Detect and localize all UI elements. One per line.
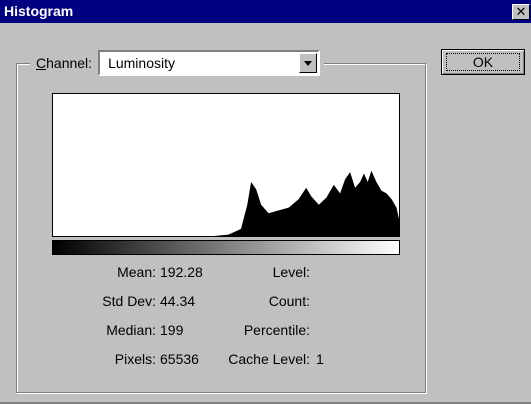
channel-select-value: Luminosity (108, 55, 175, 71)
mean-value: 192.28 (160, 264, 203, 280)
chevron-down-icon[interactable] (299, 53, 318, 73)
median-label: Median: (106, 322, 156, 338)
window-title: Histogram (4, 3, 74, 19)
channel-select[interactable]: Luminosity (98, 50, 321, 76)
pixels-label: Pixels: (114, 351, 156, 367)
mean-label: Mean: (117, 264, 156, 280)
title-bar: Histogram ✕ (0, 0, 531, 23)
percentile-label: Percentile: (243, 322, 310, 338)
median-value: 199 (160, 322, 184, 338)
close-button[interactable]: ✕ (512, 4, 530, 20)
close-icon: ✕ (515, 4, 527, 19)
channel-label: Channel: (36, 55, 92, 71)
count-label: Count: (268, 293, 310, 309)
luminosity-gradient-bar (52, 240, 400, 255)
histogram-area (53, 170, 399, 236)
level-label: Level: (272, 264, 310, 280)
channel-label-rest: hannel: (46, 55, 93, 71)
histogram-plot (52, 93, 400, 237)
histogram-svg (53, 94, 399, 236)
std-dev-value: 44.34 (160, 293, 196, 309)
channel-row: Channel: Luminosity (30, 50, 325, 76)
channel-label-accelerator: C (36, 55, 47, 71)
pixels-value: 65536 (160, 351, 199, 367)
std-dev-label: Std Dev: (102, 293, 156, 309)
ok-button[interactable]: OK (441, 49, 525, 75)
ok-button-label: OK (446, 53, 520, 71)
cache-level-value: 1 (316, 351, 324, 367)
cache-level-label: Cache Level: (228, 351, 310, 367)
